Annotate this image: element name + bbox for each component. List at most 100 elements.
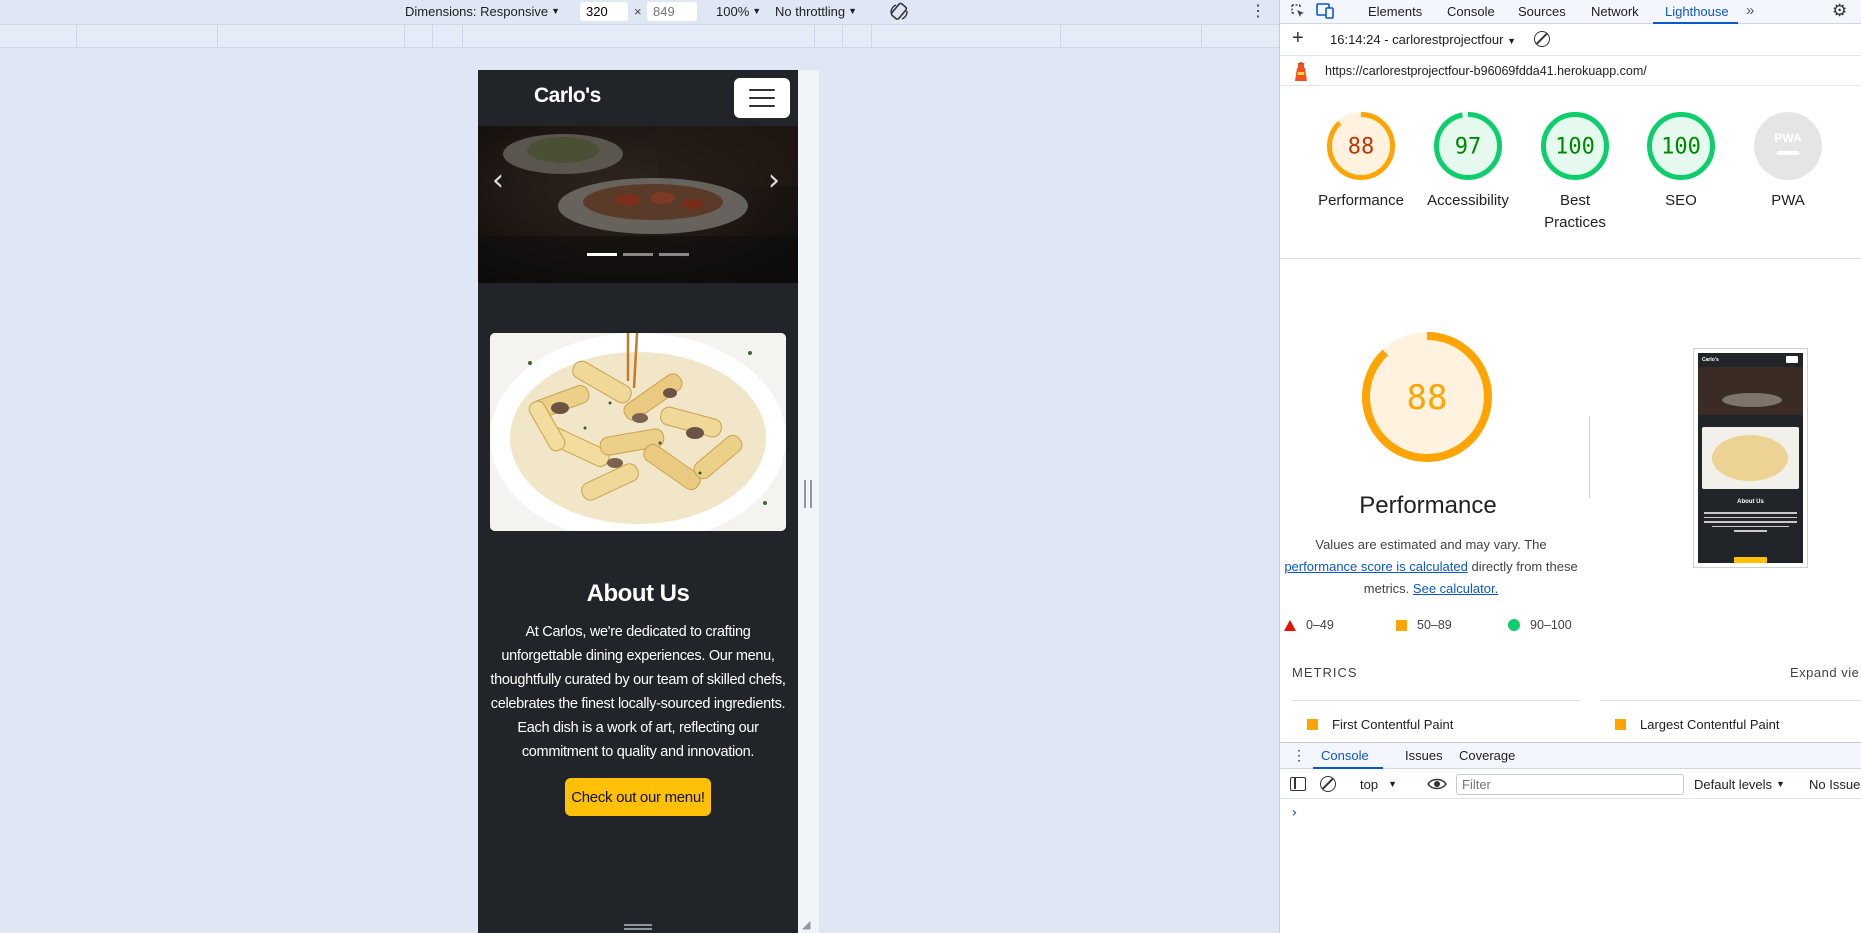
inspect-element-icon[interactable] [1290, 3, 1306, 19]
gauge-ring: PWA [1754, 112, 1822, 180]
width-input[interactable] [580, 2, 628, 21]
pwa-badge-text: PWA [1774, 131, 1802, 145]
metric-lcp[interactable]: Largest Contentful Paint [1615, 717, 1779, 732]
throttling-label: No throttling [775, 4, 846, 19]
triangle-icon [1284, 619, 1296, 631]
legend-label: 0–49 [1306, 618, 1334, 632]
expand-view-toggle[interactable]: Expand vie [1790, 665, 1859, 680]
thumb-about-title: About Us [1737, 499, 1764, 505]
metrics-title: METRICS [1292, 665, 1358, 680]
context-label: top [1360, 777, 1379, 792]
square-icon [1396, 619, 1407, 631]
zoom-dropdown[interactable]: 100% ▼ [716, 4, 761, 19]
resize-handle-corner[interactable]: ◢ [802, 920, 814, 932]
performance-title: Performance [1359, 492, 1497, 519]
resize-handle-right[interactable] [804, 480, 812, 508]
clear-console-icon[interactable] [1320, 776, 1336, 792]
console-filter-input[interactable] [1456, 774, 1684, 795]
square-icon [1307, 719, 1318, 730]
divider [1280, 258, 1861, 259]
gauge-label: PWA [1771, 192, 1805, 209]
caret-down-icon: ▼ [752, 6, 762, 16]
gauge-best-practices[interactable]: 100 Best Practices [1522, 110, 1628, 234]
gauge-label: Accessibility [1427, 192, 1509, 209]
ruler-mark [842, 25, 843, 47]
issues-count[interactable]: No Issue [1809, 777, 1860, 792]
dimensions-label: Dimensions: Responsive [405, 4, 549, 19]
score-calculated-link[interactable]: performance score is calculated [1284, 559, 1468, 574]
thumb-brand: Carlo's [1702, 357, 1719, 363]
devtools-tabbar: Elements Console Sources Network Lightho… [1280, 0, 1861, 24]
more-vertical-icon[interactable]: ⋮ [1292, 747, 1306, 764]
height-input[interactable] [647, 2, 697, 21]
carousel-indicator[interactable] [587, 253, 617, 256]
tab-sources[interactable]: Sources [1518, 4, 1566, 19]
site-brand[interactable]: Carlo's [534, 84, 601, 108]
emulated-page: Carlo's ‹ › About Us At Carlos, we're de… [478, 70, 819, 933]
carousel-indicator[interactable] [623, 253, 653, 256]
gauge-pwa[interactable]: PWA PWA [1735, 110, 1841, 212]
hero-carousel: ‹ › [478, 126, 798, 283]
device-emulation-area: Dimensions: Responsive ▼ × 100% ▼ No thr… [0, 0, 1279, 933]
sidebar-toggle-icon[interactable] [1290, 777, 1306, 791]
metric-fcp[interactable]: First Contentful Paint [1307, 717, 1453, 732]
drawer-tab-console[interactable]: Console [1321, 748, 1369, 763]
add-report-icon[interactable]: + [1292, 28, 1304, 48]
ruler-mark [814, 25, 815, 47]
carousel-prev-button[interactable]: ‹ [492, 166, 504, 196]
dimensions-dropdown[interactable]: Dimensions: Responsive ▼ [405, 4, 560, 19]
hamburger-menu-button[interactable] [734, 78, 790, 118]
drawer-tab-coverage[interactable]: Coverage [1459, 748, 1515, 763]
tab-lighthouse[interactable]: Lighthouse [1665, 4, 1729, 19]
zoom-label: 100% [716, 4, 750, 19]
performance-big-score: 88 [1407, 378, 1448, 418]
clear-report-icon[interactable] [1534, 31, 1550, 47]
lighthouse-logo-icon [1295, 62, 1307, 81]
device-toggle-icon[interactable] [1316, 3, 1334, 19]
performance-big-gauge: 88 [1362, 332, 1492, 462]
tab-network[interactable]: Network [1591, 4, 1639, 19]
gear-icon[interactable]: ⚙ [1832, 1, 1847, 21]
drawer-tab-issues[interactable]: Issues [1405, 748, 1443, 763]
report-url[interactable]: https://carlorestprojectfour-b96069fdda4… [1325, 64, 1647, 78]
thumbnail-content: Carlo's About Us [1698, 353, 1803, 563]
about-text: At Carlos, we're dedicated to crafting u… [490, 624, 786, 760]
site-navbar: Carlo's [478, 70, 798, 126]
menu-bar [749, 89, 775, 91]
gauge-performance[interactable]: 88 Performance [1308, 110, 1414, 212]
page-screenshot-thumbnail[interactable]: Carlo's About Us [1693, 348, 1808, 568]
eye-icon[interactable] [1427, 777, 1447, 791]
console-prompt-icon[interactable]: › [1290, 805, 1298, 821]
see-calculator-link[interactable]: See calculator. [1413, 581, 1498, 596]
carousel-next-button[interactable]: › [768, 166, 780, 196]
divider [1600, 700, 1861, 701]
gauge-ring: 88 [1327, 112, 1395, 180]
thumb-pasta-bowl [1712, 435, 1788, 481]
log-levels-select[interactable]: Default levels ▼ [1694, 777, 1785, 792]
carousel-indicators [587, 253, 689, 256]
more-tabs-icon[interactable]: » [1746, 2, 1754, 19]
carousel-indicator[interactable] [659, 253, 689, 256]
tab-elements[interactable]: Elements [1368, 4, 1422, 19]
gauge-background [1754, 112, 1822, 180]
gauge-accessibility[interactable]: 97 Accessibility [1415, 110, 1521, 212]
menu-bar [749, 97, 775, 99]
pasta-illustration [490, 333, 786, 531]
menu-bar [749, 105, 775, 107]
gauge-score: 88 [1348, 135, 1375, 160]
context-select[interactable]: top ▼ [1360, 777, 1397, 792]
report-select[interactable]: 16:14:24 - carlorestprojectfour ▼ [1330, 32, 1516, 47]
gauge-label: SEO [1665, 192, 1697, 209]
throttling-dropdown[interactable]: No throttling ▼ [775, 4, 857, 19]
pasta-image [490, 333, 786, 531]
check-menu-button[interactable]: Check out our menu! [565, 778, 711, 816]
console-toolbar: top ▼ Default levels ▼ No Issue [1280, 769, 1861, 799]
metric-label: Largest Contentful Paint [1640, 717, 1780, 732]
dimension-separator: × [634, 4, 642, 19]
rotate-icon[interactable] [888, 1, 910, 23]
gauge-seo[interactable]: 100 SEO [1628, 110, 1734, 212]
resize-handle-bottom[interactable] [624, 924, 652, 930]
tab-console[interactable]: Console [1447, 4, 1495, 19]
report-select-label: 16:14:24 - carlorestprojectfour [1330, 32, 1504, 47]
more-vertical-icon[interactable]: ⋮ [1250, 4, 1266, 20]
